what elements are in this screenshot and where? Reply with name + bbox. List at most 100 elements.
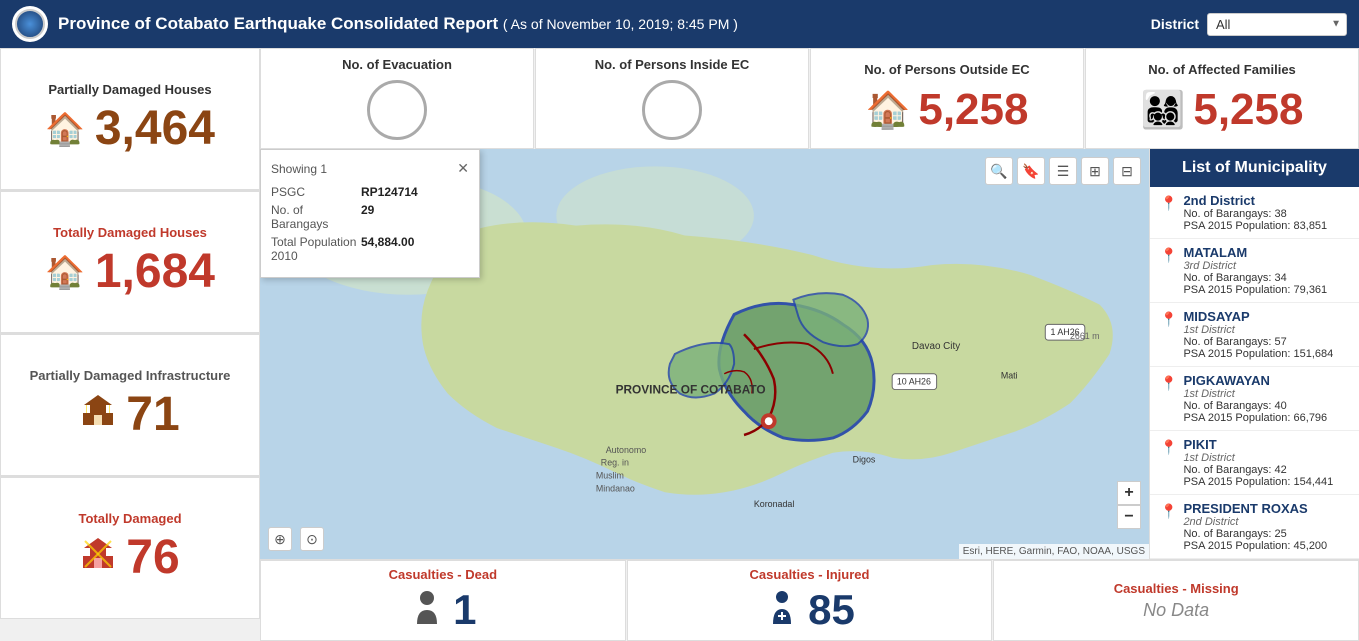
municipality-barangays: No. of Barangays: 38 (1183, 208, 1327, 220)
persons-inside-card: No. of Persons Inside EC (535, 48, 809, 149)
location-pin-icon: 📍 (1160, 375, 1177, 392)
municipality-district: 1st District (1183, 388, 1327, 400)
totally-damaged-houses-number: 1,684 (95, 244, 215, 299)
persons-outside-number: 5,258 (918, 85, 1028, 135)
zoom-reset-button[interactable]: ⊙ (300, 527, 324, 551)
municipality-barangays: No. of Barangays: 34 (1183, 272, 1327, 284)
affected-families-value-row: 👨‍👩‍👧‍👦 5,258 (1141, 85, 1304, 135)
search-icon[interactable]: 🔍 (985, 157, 1013, 185)
location-pin-icon: 📍 (1160, 195, 1177, 212)
list-item[interactable]: 📍 MIDSAYAP 1st District No. of Barangays… (1150, 303, 1359, 367)
municipality-barangays: No. of Barangays: 25 (1183, 528, 1327, 540)
municipality-name: PIKIT (1183, 437, 1333, 452)
evacuation-card: No. of Evacuation (260, 48, 534, 149)
svg-text:Muslim: Muslim (596, 470, 624, 480)
page-title: Province of Cotabato Earthquake Consolid… (58, 14, 1151, 34)
zoom-in-button[interactable]: + (1117, 481, 1141, 505)
svg-text:Davao City: Davao City (912, 341, 960, 352)
pan-button[interactable]: ⊕ (268, 527, 292, 551)
partially-damaged-infra-title: Partially Damaged Infrastructure (13, 368, 247, 383)
map-zoom-controls: + − (1117, 481, 1141, 529)
popup-psgc-label: PSGC (271, 185, 361, 199)
totally-damaged-title: Totally Damaged (13, 511, 247, 526)
evacuation-icon (367, 80, 427, 140)
zoom-out-button[interactable]: − (1117, 505, 1141, 529)
popup-barangays-row: No. of Barangays 29 (271, 203, 469, 231)
municipality-name: 2nd District (1183, 193, 1327, 208)
right-panel-title: List of Municipality (1150, 149, 1359, 187)
bookmark-icon[interactable]: 🔖 (1017, 157, 1045, 185)
popup-population-label: Total Population 2010 (271, 235, 361, 263)
municipality-name: PIGKAWAYAN (1183, 373, 1327, 388)
map-attribution: Esri, HERE, Garmin, FAO, NOAA, USGS (959, 544, 1149, 559)
casualties-injured-number: 85 (808, 586, 855, 634)
popup-header: Showing 1 ✕ (271, 160, 469, 177)
casualties-dead-title: Casualties - Dead (389, 567, 497, 582)
svg-text:Mindanao: Mindanao (596, 483, 635, 493)
main-layout: Partially Damaged Houses 🏠 3,464 Totally… (0, 48, 1359, 619)
casualties-missing-no-data: No Data (1143, 600, 1209, 621)
municipality-district: 1st District (1183, 324, 1333, 336)
svg-text:Mati: Mati (1001, 371, 1018, 381)
partially-damaged-infra-number: 71 (126, 387, 179, 442)
dead-person-icon (409, 588, 445, 632)
totally-damaged-value-row: 76 (13, 530, 247, 585)
municipality-district: 1st District (1183, 452, 1333, 464)
left-panel: Partially Damaged Houses 🏠 3,464 Totally… (0, 48, 260, 619)
list-icon[interactable]: ☰ (1049, 157, 1077, 185)
map-popup: Showing 1 ✕ PSGC RP124714 No. of Baranga… (260, 149, 480, 278)
district-select-wrapper[interactable]: All 1st District 2nd District 3rd Distri… (1207, 13, 1347, 36)
totally-damaged-houses-card: Totally Damaged Houses 🏠 1,684 (0, 191, 260, 334)
close-icon[interactable]: ✕ (457, 160, 469, 177)
popup-barangays-label: No. of Barangays (271, 203, 361, 231)
svg-text:10 AH26: 10 AH26 (897, 377, 931, 387)
list-item[interactable]: 📍 PRESIDENT ROXAS 2nd District No. of Ba… (1150, 495, 1359, 559)
municipality-population: PSA 2015 Population: 45,200 (1183, 540, 1327, 552)
list-item[interactable]: 📍 PIKIT 1st District No. of Barangays: 4… (1150, 431, 1359, 495)
municipality-barangays: No. of Barangays: 57 (1183, 336, 1333, 348)
persons-inside-title: No. of Persons Inside EC (595, 57, 750, 72)
district-select[interactable]: All 1st District 2nd District 3rd Distri… (1207, 13, 1347, 36)
affected-families-card: No. of Affected Families 👨‍👩‍👧‍👦 5,258 (1085, 48, 1359, 149)
damaged-house-icon: 🏠 (45, 253, 85, 291)
affected-families-icon: 👨‍👩‍👧‍👦 (1141, 89, 1186, 131)
casualties-injured-card: Casualties - Injured 85 (627, 560, 993, 641)
municipality-district: 2nd District (1183, 516, 1327, 528)
municipality-population: PSA 2015 Population: 154,441 (1183, 476, 1333, 488)
district-label: District (1151, 16, 1199, 32)
map-container[interactable]: PROVINCE OF COTABATO Davao City Mati Dig… (260, 149, 1149, 559)
svg-text:Reg. in: Reg. in (601, 458, 629, 468)
popup-title: Showing 1 (271, 162, 327, 176)
bottom-stats-row: Casualties - Dead 1 Casualties - Injured (260, 559, 1359, 641)
casualties-injured-value-row: 85 (764, 586, 855, 634)
location-pin-icon: 📍 (1160, 247, 1177, 264)
svg-text:Koronadal: Koronadal (754, 499, 794, 509)
persons-inside-icon (642, 80, 702, 140)
persons-outside-card: No. of Persons Outside EC 🏠 5,258 (810, 48, 1084, 149)
popup-population-row: Total Population 2010 54,884.00 (271, 235, 469, 263)
svg-text:Digos: Digos (853, 455, 876, 465)
grid-icon[interactable]: ⊟ (1113, 157, 1141, 185)
list-item[interactable]: 📍 MATALAM 3rd District No. of Barangays:… (1150, 239, 1359, 303)
layers-icon[interactable]: ⊞ (1081, 157, 1109, 185)
top-stats-row: No. of Evacuation No. of Persons Inside … (260, 48, 1359, 149)
partially-damaged-houses-title: Partially Damaged Houses (13, 82, 247, 97)
totally-damaged-number: 76 (126, 530, 179, 585)
popup-population-value: 54,884.00 (361, 235, 414, 263)
municipality-content: 2nd District No. of Barangays: 38 PSA 20… (1183, 193, 1327, 232)
popup-psgc-value: RP124714 (361, 185, 418, 199)
popup-barangays-value: 29 (361, 203, 374, 231)
persons-outside-title: No. of Persons Outside EC (864, 62, 1029, 77)
municipality-content: MIDSAYAP 1st District No. of Barangays: … (1183, 309, 1333, 360)
municipality-name: MIDSAYAP (1183, 309, 1333, 324)
list-item[interactable]: 📍 PIGKAWAYAN 1st District No. of Baranga… (1150, 367, 1359, 431)
list-item[interactable]: 📍 2nd District No. of Barangays: 38 PSA … (1150, 187, 1359, 239)
partially-damaged-infra-value-row: 71 (13, 387, 247, 442)
district-filter: District All 1st District 2nd District 3… (1151, 13, 1347, 36)
casualties-missing-card: Casualties - Missing No Data (993, 560, 1359, 641)
subtitle-text: ( As of November 10, 2019; 8:45 PM ) (503, 16, 738, 32)
municipality-population: PSA 2015 Population: 79,361 (1183, 284, 1327, 296)
location-pin-icon: 📍 (1160, 439, 1177, 456)
header: Province of Cotabato Earthquake Consolid… (0, 0, 1359, 48)
location-pin-icon: 📍 (1160, 311, 1177, 328)
